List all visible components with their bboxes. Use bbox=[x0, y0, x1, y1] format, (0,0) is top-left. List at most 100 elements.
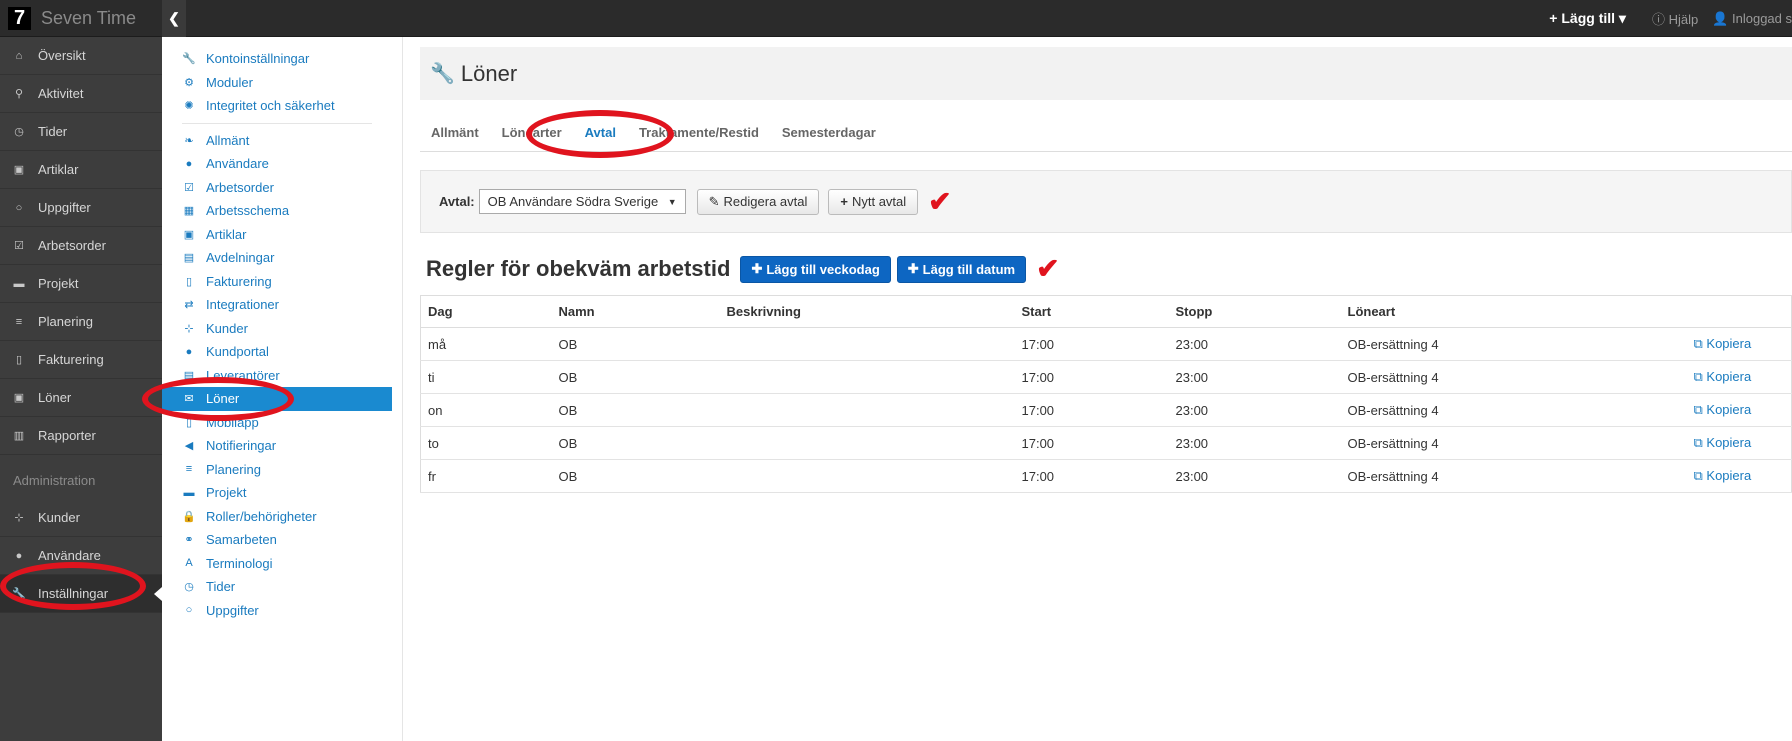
sidebar-item-label: Kunder bbox=[38, 510, 80, 525]
settings-nav-integrationer[interactable]: ⇄ Integrationer bbox=[162, 293, 402, 317]
sidebar-item-label: Översikt bbox=[38, 48, 86, 63]
kundportal-icon: ● bbox=[185, 345, 193, 358]
settings-nav-label: Tider bbox=[206, 579, 236, 595]
sidebar-item-fakturering[interactable]: ▯ Fakturering bbox=[0, 341, 162, 379]
collapse-sidebar-button[interactable]: ❮ bbox=[162, 0, 186, 37]
sidebar-item-artiklar[interactable]: ▣ Artiklar bbox=[0, 151, 162, 189]
settings-nav-label: Allmänt bbox=[206, 132, 250, 148]
settings-nav-roller-behorigheter[interactable]: 🔒 Roller/behörigheter bbox=[162, 505, 402, 529]
sidebar-item-label: Artiklar bbox=[38, 162, 79, 177]
help-link[interactable]: ⓘ Hjälp bbox=[1652, 9, 1698, 28]
sidebar-item-arbetsorder[interactable]: ☑ Arbetsorder bbox=[0, 227, 162, 265]
settings-nav-terminologi[interactable]: A Terminologi bbox=[162, 552, 402, 576]
settings-nav-integritet-och-sakerhet[interactable]: ✺ Integritet och säkerhet bbox=[162, 94, 402, 118]
settings-nav-uppgifter[interactable]: ○ Uppgifter bbox=[162, 599, 402, 623]
sidebar-item-aktivitet[interactable]: ⚲ Aktivitet bbox=[0, 75, 162, 113]
col-stopp: Stopp bbox=[1168, 295, 1341, 328]
edit-agreement-button[interactable]: ✎ Redigera avtal bbox=[696, 188, 820, 215]
copy-icon: ⧉ bbox=[1693, 468, 1707, 483]
sidebar-item-planering[interactable]: ≡ Planering bbox=[0, 303, 162, 341]
settings-nav-notifieringar[interactable]: ◀ Notifieringar bbox=[162, 434, 402, 458]
settings-nav-kunder[interactable]: ⊹ Kunder bbox=[162, 317, 402, 341]
settings-nav-label: Artiklar bbox=[206, 226, 247, 242]
sidebar-item-label: Projekt bbox=[38, 276, 79, 291]
col-namn: Namn bbox=[551, 295, 720, 328]
add-menu-button[interactable]: + Lägg till ▾ bbox=[1549, 10, 1626, 27]
copy-button[interactable]: ⧉ Kopiera bbox=[1694, 468, 1752, 483]
add-date-button[interactable]: ✚ Lägg till datum bbox=[896, 255, 1027, 283]
copy-button[interactable]: ⧉ Kopiera bbox=[1694, 336, 1752, 351]
cell-name: OB bbox=[551, 459, 720, 493]
arbetsorder-icon: ☑ bbox=[14, 240, 24, 252]
settings-nav-tider[interactable]: ◷ Tider bbox=[162, 575, 402, 599]
settings-nav-artiklar[interactable]: ▣ Artiklar bbox=[162, 223, 402, 247]
settings-nav-fakturering[interactable]: ▯ Fakturering bbox=[162, 270, 402, 294]
cell-stop: 23:00 bbox=[1168, 327, 1341, 361]
settings-nav-label: Terminologi bbox=[206, 555, 273, 571]
main-sidebar: ⌂ Översikt ⚲ Aktivitet ◷ Tider ▣ Artiklar ○ Uppgi… bbox=[0, 37, 162, 741]
chevron-left-icon: ❮ bbox=[168, 10, 180, 26]
annotation-ring-settings bbox=[0, 562, 146, 610]
settings-nav-label: Integritet och säkerhet bbox=[206, 98, 335, 114]
tab-allmant[interactable]: Allmänt bbox=[431, 125, 479, 140]
rules-title: Regler för obekväm arbetstid bbox=[426, 256, 731, 281]
new-agreement-button[interactable]: + Nytt avtal bbox=[828, 188, 919, 215]
sidebar-item-rapporter[interactable]: ▥ Rapporter bbox=[0, 417, 162, 455]
rules-header: Regler för obekväm arbetstid ✚ Lägg till… bbox=[420, 255, 1792, 283]
copy-button[interactable]: ⧉ Kopiera bbox=[1694, 369, 1752, 384]
anvandare-icon: ● bbox=[185, 157, 193, 170]
settings-nav-moduler[interactable]: ⚙ Moduler bbox=[162, 71, 402, 95]
cell-type: OB-ersättning 4 bbox=[1340, 393, 1687, 427]
kunder-icon: ⊹ bbox=[184, 322, 194, 335]
cell-name: OB bbox=[551, 360, 720, 394]
sidebar-item-projekt[interactable]: ▬ Projekt bbox=[0, 265, 162, 303]
annotation-ring-avtal-tab bbox=[526, 110, 674, 158]
agreement-label: Avtal: bbox=[439, 194, 475, 209]
kunder-icon: ⊹ bbox=[14, 512, 24, 524]
settings-nav-anvandare[interactable]: ● Användare bbox=[162, 152, 402, 176]
col-beskrivning: Beskrivning bbox=[719, 295, 1015, 328]
anvandare-icon: ● bbox=[15, 549, 23, 562]
sidebar-item-oversikt[interactable]: ⌂ Översikt bbox=[0, 37, 162, 75]
sidebar-item-kunder[interactable]: ⊹ Kunder bbox=[0, 499, 162, 537]
agreement-select-value: OB Användare Södra Sverige bbox=[487, 194, 659, 209]
tider-icon: ◷ bbox=[184, 581, 194, 594]
settings-nav-kundportal[interactable]: ● Kundportal bbox=[162, 340, 402, 364]
settings-nav-allmant[interactable]: ❧ Allmänt bbox=[162, 129, 402, 153]
cell-type: OB-ersättning 4 bbox=[1340, 459, 1687, 493]
copy-button[interactable]: ⧉ Kopiera bbox=[1694, 402, 1752, 417]
settings-nav-planering[interactable]: ≡ Planering bbox=[162, 458, 402, 482]
checkmark-annotation-icon: ✔ bbox=[1036, 253, 1060, 284]
allmant-icon: ❧ bbox=[184, 134, 194, 147]
cell-start: 17:00 bbox=[1014, 459, 1169, 493]
copy-button[interactable]: ⧉ Kopiera bbox=[1694, 435, 1752, 450]
sidebar-item-label: Fakturering bbox=[38, 352, 104, 367]
sidebar-item-uppgifter[interactable]: ○ Uppgifter bbox=[0, 189, 162, 227]
sidebar-item-label: Rapporter bbox=[38, 428, 96, 443]
cell-day: må bbox=[420, 327, 552, 361]
brand[interactable]: 7 Seven Time bbox=[0, 0, 162, 37]
cell-start: 17:00 bbox=[1014, 360, 1169, 394]
agreement-select[interactable]: OB Användare Södra Sverige ▼ bbox=[478, 189, 686, 214]
arbetsorder-icon: ☑ bbox=[184, 181, 194, 194]
moduler-icon: ⚙ bbox=[184, 76, 194, 89]
settings-nav-arbetsschema[interactable]: ▦ Arbetsschema bbox=[162, 199, 402, 223]
fakturering-icon: ▯ bbox=[15, 354, 23, 366]
user-menu[interactable]: 👤 Inloggad s bbox=[1712, 11, 1792, 27]
settings-nav-arbetsorder[interactable]: ☑ Arbetsorder bbox=[162, 176, 402, 200]
sidebar-item-loner[interactable]: ▣ Löner bbox=[0, 379, 162, 417]
tab-semesterdagar[interactable]: Semesterdagar bbox=[782, 125, 876, 140]
settings-nav-projekt[interactable]: ▬ Projekt bbox=[162, 481, 402, 505]
artiklar-icon: ▣ bbox=[13, 164, 25, 176]
rules-table: Dag Namn Beskrivning Start Stopp Löneart… bbox=[420, 295, 1792, 493]
copy-icon: ⧉ bbox=[1693, 336, 1707, 351]
add-weekday-button[interactable]: ✚ Lägg till veckodag bbox=[740, 255, 891, 283]
sidebar-item-tider[interactable]: ◷ Tider bbox=[0, 113, 162, 151]
cell-day: fr bbox=[420, 459, 552, 493]
copy-icon: ⧉ bbox=[1693, 435, 1707, 450]
settings-nav-samarbeten[interactable]: ⚭ Samarbeten bbox=[162, 528, 402, 552]
settings-nav-kontoinstallningar[interactable]: 🔧 Kontoinställningar bbox=[162, 47, 402, 71]
settings-nav-avdelningar[interactable]: ▤ Avdelningar bbox=[162, 246, 402, 270]
sidebar-item-label: Löner bbox=[38, 390, 72, 405]
artiklar-icon: ▣ bbox=[183, 228, 195, 241]
